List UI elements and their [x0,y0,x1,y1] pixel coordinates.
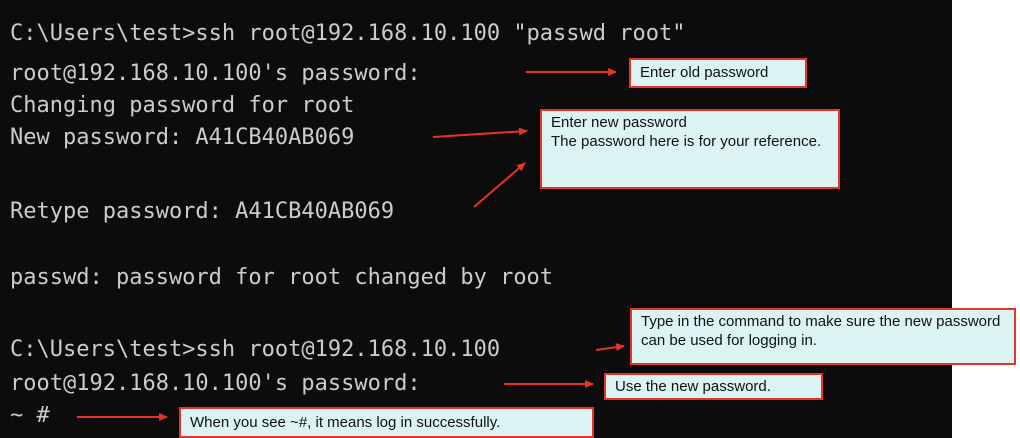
terminal-line-retype-password: Retype password: A41CB40AB069 [10,199,395,224]
terminal-line-old-password-prompt: root@192.168.10.100's password: [10,61,421,86]
terminal-line-new-password: New password: A41CB40AB069 [10,125,355,150]
terminal-line-changing-password: Changing password for root [10,93,355,118]
terminal-line-password-changed: passwd: password for root changed by roo… [10,265,554,290]
terminal-line-shell-prompt: ~ # [10,403,50,428]
callout-login-success: When you see ~#, it means log in success… [179,407,594,438]
clipped-previous-line: ' ' ' ' [10,0,110,8]
callout-enter-new-password: Enter new password The password here is … [540,109,840,189]
callout-test-login-command: Type in the command to make sure the new… [630,308,1016,365]
terminal-line-login-password-prompt: root@192.168.10.100's password: [10,371,421,396]
terminal-line-ssh-passwd-command: C:\Users\test>ssh root@192.168.10.100 "p… [10,21,686,46]
callout-use-new-password: Use the new password. [604,373,823,400]
terminal-line-ssh-login-command: C:\Users\test>ssh root@192.168.10.100 [10,337,501,362]
callout-enter-old-password: Enter old password [629,58,807,88]
